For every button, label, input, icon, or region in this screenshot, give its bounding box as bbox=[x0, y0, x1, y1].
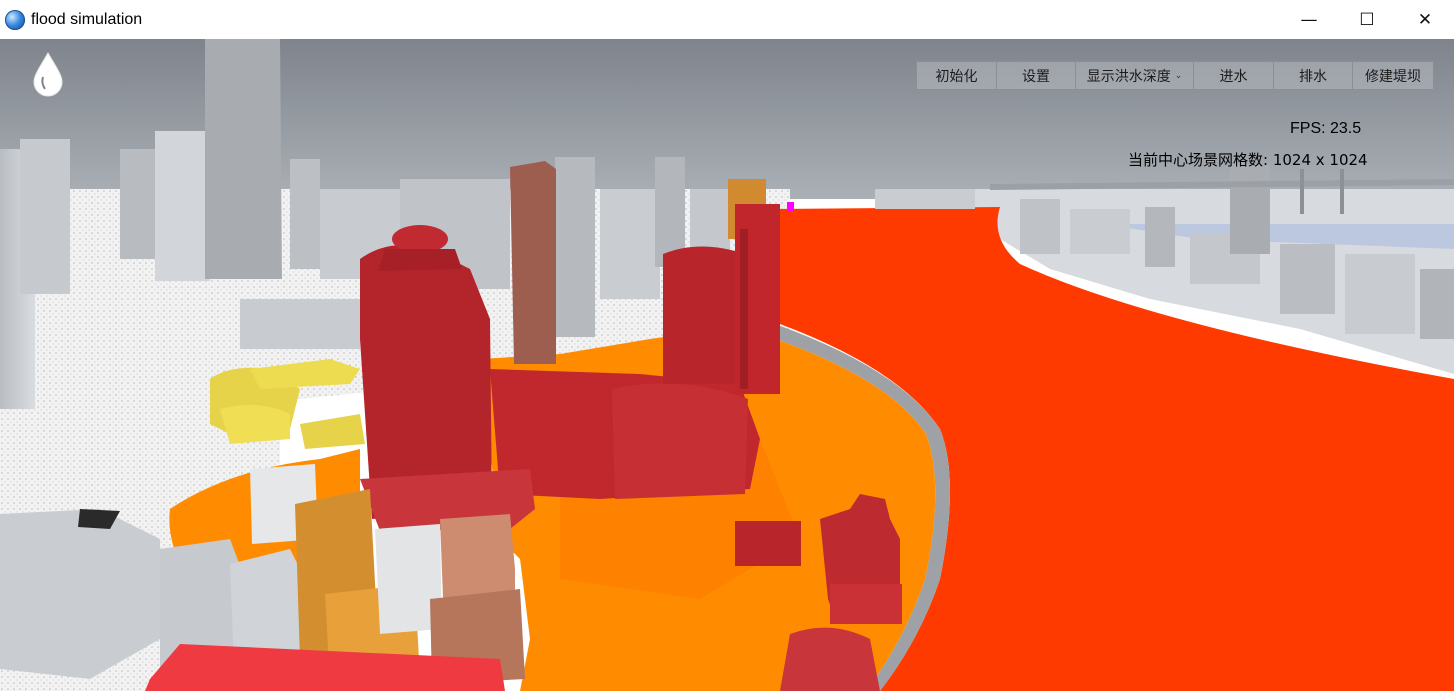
init-button-label: 初始化 bbox=[935, 68, 978, 85]
yellow-building bbox=[300, 414, 365, 449]
grey-building bbox=[20, 139, 70, 294]
maximize-button[interactable]: ☐ bbox=[1338, 0, 1396, 39]
yellow-building bbox=[220, 405, 290, 444]
red-tower-ledge bbox=[740, 229, 748, 389]
red-statue-base bbox=[830, 584, 902, 624]
globe-icon bbox=[5, 9, 25, 30]
chevron-down-icon: ⌄ bbox=[1174, 70, 1183, 81]
grid-info-value: 1024 x 1024 bbox=[1272, 151, 1368, 169]
far-building bbox=[1420, 269, 1454, 339]
display-mode-label: 显示洪水深度 bbox=[1086, 68, 1171, 85]
simulation-viewport[interactable]: 初始化 设置 显示洪水深度 ⌄ 进水 排水 修建堤坝 FPS: 23.5 当前中心… bbox=[0, 39, 1454, 691]
far-building bbox=[1070, 209, 1130, 254]
grey-building bbox=[600, 189, 660, 299]
drain-button-label: 排水 bbox=[1299, 68, 1327, 85]
build-levee-button[interactable]: 修建堤坝 bbox=[1353, 62, 1433, 89]
skyscraper bbox=[205, 39, 282, 279]
red-small-building bbox=[735, 521, 801, 566]
red-foreground-right bbox=[780, 627, 880, 691]
red-tower-dome bbox=[392, 225, 448, 253]
drain-button[interactable]: 排水 bbox=[1274, 62, 1353, 89]
grid-info-label: 当前中心场景网格数: bbox=[1128, 151, 1269, 169]
build-levee-button-label: 修建堤坝 bbox=[1365, 68, 1421, 85]
app-window: flood simulation — ☐ ✕ 初始化 设置 显示洪水深度 ⌄ 进… bbox=[0, 0, 1454, 691]
grey-building bbox=[875, 189, 975, 209]
display-mode-dropdown[interactable]: 显示洪水深度 ⌄ bbox=[1076, 62, 1194, 89]
water-drop-icon bbox=[33, 51, 63, 97]
inflow-button[interactable]: 进水 bbox=[1194, 62, 1274, 89]
grey-building bbox=[155, 131, 210, 281]
far-building bbox=[1280, 244, 1335, 314]
init-button[interactable]: 初始化 bbox=[917, 62, 997, 89]
grey-building bbox=[290, 159, 320, 269]
grey-building bbox=[120, 149, 160, 259]
grid-info: 当前中心场景网格数: 1024 x 1024 bbox=[1128, 149, 1368, 170]
fps-counter: FPS: 23.5 bbox=[1290, 120, 1362, 137]
inflow-button-label: 进水 bbox=[1219, 68, 1248, 85]
far-building bbox=[1145, 207, 1175, 267]
red-cylinder bbox=[612, 383, 748, 499]
settings-button[interactable]: 设置 bbox=[997, 62, 1076, 89]
bridge-pier bbox=[1300, 169, 1304, 214]
minimize-button[interactable]: — bbox=[1280, 0, 1338, 39]
title-bar: flood simulation — ☐ ✕ bbox=[0, 0, 1454, 39]
red-tower-crown bbox=[378, 249, 462, 271]
city-scene bbox=[0, 39, 1454, 691]
window-controls: — ☐ ✕ bbox=[1280, 0, 1454, 39]
settings-button-label: 设置 bbox=[1022, 68, 1050, 85]
control-toolbar: 初始化 设置 显示洪水深度 ⌄ 进水 排水 修建堤坝 bbox=[916, 61, 1434, 90]
grey-building bbox=[555, 157, 595, 337]
far-building bbox=[1345, 254, 1415, 334]
close-button[interactable]: ✕ bbox=[1396, 0, 1454, 39]
window-title: flood simulation bbox=[31, 10, 143, 28]
magenta-marker bbox=[787, 202, 794, 211]
grey-building bbox=[240, 299, 360, 349]
bridge-pier bbox=[1340, 169, 1344, 214]
far-building bbox=[1230, 164, 1270, 254]
brown-tower bbox=[510, 161, 556, 364]
far-building bbox=[1020, 199, 1060, 254]
